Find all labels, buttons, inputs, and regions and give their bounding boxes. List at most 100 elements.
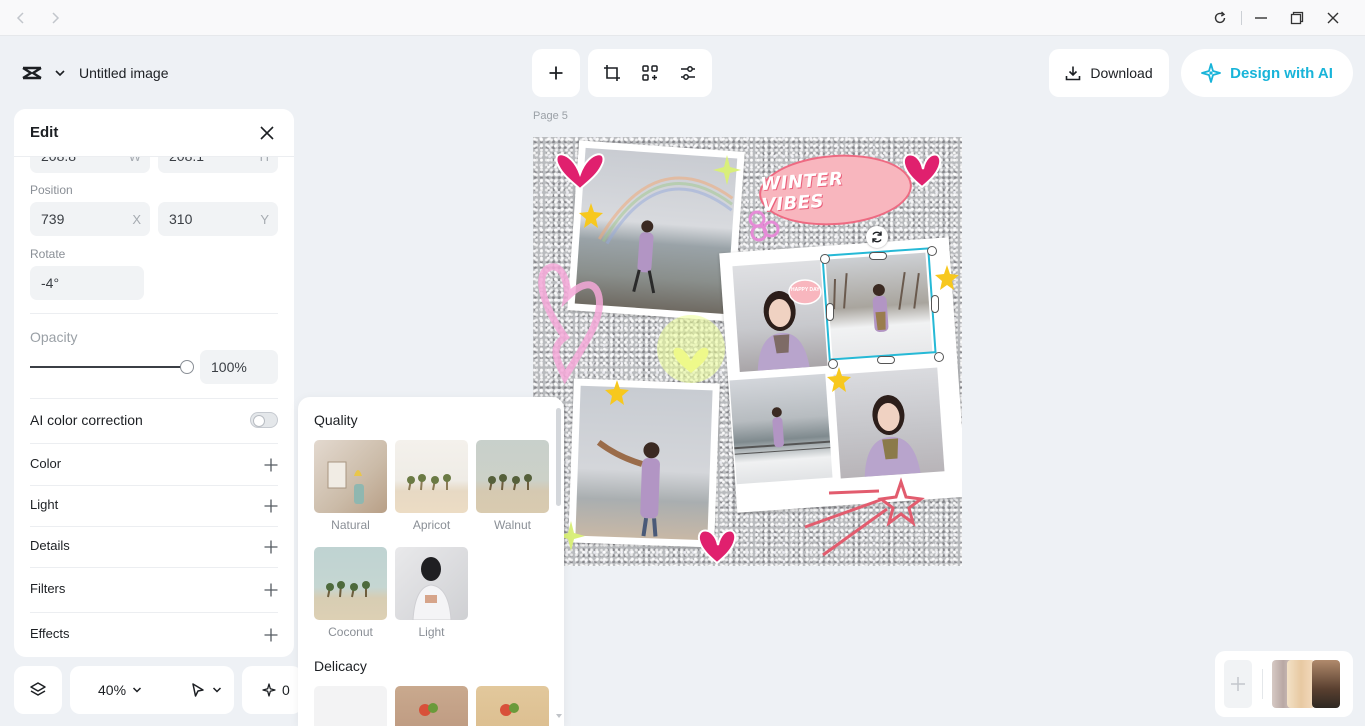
sparkle-icon (262, 683, 276, 697)
pink-heart-outline-sticker (538, 263, 604, 385)
opacity-slider[interactable] (30, 366, 188, 368)
back-icon[interactable] (8, 6, 34, 30)
section-filters-label: Filters (30, 581, 66, 596)
rotate-field[interactable]: -4° (30, 266, 144, 300)
zoom-value: 40% (98, 682, 127, 698)
glow-heart-sticker (657, 315, 725, 383)
titlebar-separator (1241, 11, 1242, 25)
resize-handle-top[interactable] (869, 252, 887, 260)
opacity-value: 100% (211, 359, 247, 375)
ai-color-correction-toggle[interactable] (250, 412, 278, 428)
shooting-star-sticker (804, 477, 925, 557)
position-y-field[interactable]: 310 Y (158, 202, 278, 236)
section-filters[interactable]: Filters (30, 581, 278, 601)
rotate-handle-icon[interactable] (866, 226, 888, 248)
divider (30, 567, 278, 568)
opacity-slider-handle[interactable] (180, 360, 194, 374)
filter-thumb-delicacy-2[interactable] (395, 686, 468, 726)
layers-icon (30, 682, 46, 696)
resize-handle-bottom-right[interactable] (934, 352, 944, 362)
section-color-label: Color (30, 456, 62, 471)
plus-icon (264, 458, 278, 472)
ai-credits-count: 0 (282, 682, 290, 698)
opacity-field[interactable]: 100% (200, 350, 278, 384)
add-toolbar (532, 49, 580, 97)
filter-label-walnut: Walnut (494, 518, 531, 532)
position-y-suffix: Y (260, 212, 269, 227)
page-thumbnail-3[interactable] (1312, 660, 1340, 708)
rotate-value: -4° (41, 275, 60, 291)
position-x-suffix: X (132, 212, 141, 227)
scroll-down-arrow-icon[interactable] (556, 706, 562, 718)
adjust-button[interactable] (669, 54, 707, 92)
position-y-value: 310 (169, 211, 193, 227)
design-canvas[interactable]: WINTER VIBES HAPPY DAY (533, 137, 962, 566)
resize-handle-top-left[interactable] (820, 254, 830, 264)
resize-handle-left[interactable] (826, 303, 834, 321)
filters-scrollbar[interactable] (556, 408, 561, 506)
minimize-icon[interactable] (1248, 6, 1274, 30)
add-element-button[interactable] (537, 54, 575, 92)
section-light[interactable]: Light (30, 497, 278, 517)
resize-handle-top-right[interactable] (927, 246, 937, 256)
restore-icon[interactable] (1284, 6, 1310, 30)
selection-box[interactable] (821, 247, 937, 361)
crop-icon (604, 65, 620, 81)
clover-sticker (748, 210, 780, 242)
heart-sticker-top-left (555, 153, 605, 191)
heart-sticker-top-right (902, 153, 942, 189)
divider (30, 612, 278, 613)
ai-credits-button[interactable]: 0 (242, 666, 302, 714)
section-light-label: Light (30, 497, 59, 512)
add-page-button[interactable] (1224, 660, 1252, 708)
refresh-icon[interactable] (1207, 6, 1233, 30)
section-details-label: Details (30, 538, 70, 553)
design-with-ai-button[interactable]: Design with AI (1181, 49, 1353, 97)
zoom-control[interactable]: 40% (70, 666, 234, 714)
download-icon (1066, 66, 1081, 81)
delicacy-section-label: Delicacy (314, 658, 367, 674)
position-x-value: 739 (41, 211, 65, 227)
filter-thumb-apricot[interactable] (395, 440, 468, 513)
layers-button[interactable] (14, 666, 62, 714)
section-details[interactable]: Details (30, 538, 278, 558)
rotate-label: Rotate (30, 247, 66, 261)
forward-icon[interactable] (42, 6, 68, 30)
divider (30, 443, 278, 444)
capcut-logo-icon (21, 62, 43, 84)
close-window-icon[interactable] (1320, 6, 1346, 30)
happy-day-sticker-text: HAPPY DAY (791, 287, 820, 293)
position-x-field[interactable]: 739 X (30, 202, 150, 236)
project-name[interactable]: Untitled image (79, 65, 169, 81)
design-with-ai-label: Design with AI (1230, 64, 1333, 82)
crop-button[interactable] (593, 54, 631, 92)
edit-toolbar (588, 49, 712, 97)
resize-handle-bottom[interactable] (877, 356, 895, 364)
section-effects[interactable]: Effects (30, 626, 278, 646)
filter-label-apricot: Apricot (412, 518, 451, 532)
sliders-icon (681, 66, 695, 80)
divider (30, 313, 278, 314)
heart-sticker-bottom (697, 529, 737, 565)
page-thumbnail-2[interactable] (1287, 660, 1315, 708)
filter-thumb-delicacy-3[interactable] (476, 686, 549, 726)
filter-thumb-coconut[interactable] (314, 547, 387, 620)
resize-handle-bottom-left[interactable] (828, 359, 838, 369)
filter-label-natural: Natural (331, 518, 370, 532)
chevron-down-icon[interactable] (53, 66, 67, 80)
filter-thumb-light[interactable] (395, 547, 468, 620)
download-button[interactable]: Download (1049, 49, 1169, 97)
project-menu[interactable]: Untitled image (12, 49, 196, 97)
edit-panel-header: Edit (14, 109, 294, 157)
cutout-icon (642, 65, 658, 81)
resize-handle-right[interactable] (931, 295, 939, 313)
filter-thumb-delicacy-1[interactable] (314, 686, 387, 726)
section-color[interactable]: Color (30, 456, 278, 476)
close-icon[interactable] (257, 123, 277, 143)
filter-thumb-natural[interactable] (314, 440, 387, 513)
filter-thumb-walnut[interactable] (476, 440, 549, 513)
cutout-button[interactable] (631, 54, 669, 92)
plus-icon (1231, 677, 1245, 691)
page-label: Page 5 (533, 110, 568, 122)
edit-panel-title: Edit (30, 124, 59, 141)
